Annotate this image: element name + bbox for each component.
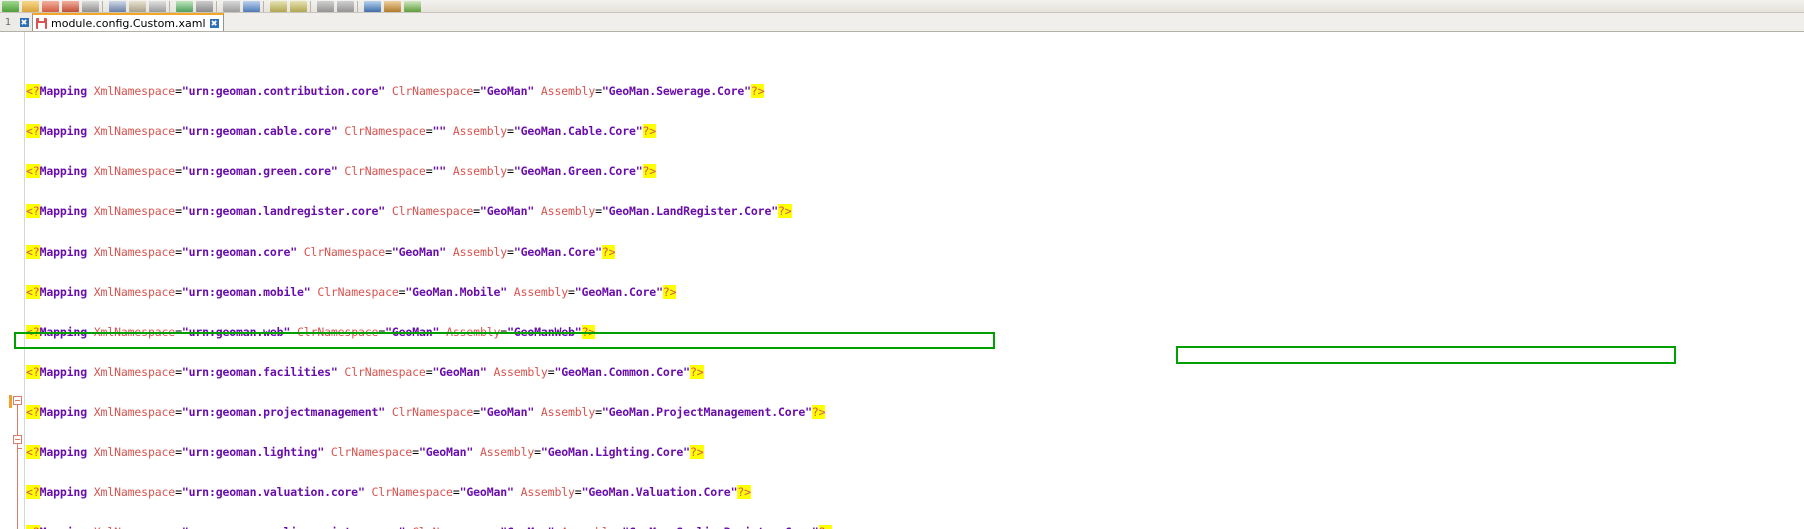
toolbar[interactable] xyxy=(0,0,1804,13)
copy-icon[interactable] xyxy=(129,1,146,12)
code-line[interactable]: <?Mapping XmlNamespace="urn:geoman.landr… xyxy=(26,205,1514,218)
editor-gutter[interactable] xyxy=(0,32,25,529)
print-icon[interactable] xyxy=(82,1,99,12)
indent-guide-icon[interactable] xyxy=(364,1,381,12)
replace-icon[interactable] xyxy=(243,1,260,12)
document-index: 1 xyxy=(0,13,16,31)
fold-toggle-module[interactable] xyxy=(13,396,22,405)
macro-record-icon[interactable] xyxy=(384,1,401,12)
code-line[interactable]: <?Mapping XmlNamespace="urn:geoman.valua… xyxy=(26,486,1514,499)
toolbar-divider-5 xyxy=(310,1,314,12)
unsaved-save-icon xyxy=(36,18,47,29)
toolbar-divider-3 xyxy=(216,1,220,12)
code-line[interactable]: <?Mapping XmlNamespace="urn:geoman.mobil… xyxy=(26,286,1514,299)
code-line[interactable]: <?Mapping XmlNamespace="urn:geoman.green… xyxy=(26,165,1514,178)
code-editor[interactable]: <?Mapping XmlNamespace="urn:geoman.contr… xyxy=(0,32,1804,529)
code-line[interactable]: <?Mapping XmlNamespace="urn:geoman.contr… xyxy=(26,85,1514,98)
undo-icon[interactable] xyxy=(176,1,193,12)
code-line[interactable]: <?Mapping XmlNamespace="urn:geoman.cable… xyxy=(26,125,1514,138)
toolbar-divider-4 xyxy=(263,1,267,12)
tab-module-config-custom-xaml[interactable]: module.config.Custom.xaml ✖ xyxy=(32,13,224,31)
code-content[interactable]: <?Mapping XmlNamespace="urn:geoman.contr… xyxy=(26,32,1514,529)
code-line[interactable]: <?Mapping XmlNamespace="urn:geoman.core"… xyxy=(26,246,1514,259)
code-line[interactable]: <?Mapping XmlNamespace="urn:geoman.facil… xyxy=(26,366,1514,379)
open-file-icon[interactable] xyxy=(22,1,39,12)
macro-play-icon[interactable] xyxy=(404,1,421,12)
cut-icon[interactable] xyxy=(109,1,126,12)
find-icon[interactable] xyxy=(223,1,240,12)
tab-bar[interactable]: 1 ✖ module.config.Custom.xaml ✖ xyxy=(0,13,1804,32)
zoom-out-icon[interactable] xyxy=(290,1,307,12)
show-symbols-icon[interactable] xyxy=(337,1,354,12)
change-marker xyxy=(9,395,12,408)
zoom-in-icon[interactable] xyxy=(270,1,287,12)
word-wrap-icon[interactable] xyxy=(317,1,334,12)
fold-region-module xyxy=(17,405,18,529)
save-all-icon[interactable] xyxy=(62,1,79,12)
redo-icon[interactable] xyxy=(196,1,213,12)
fold-tick-settings xyxy=(17,448,22,449)
fold-toggle-settings[interactable] xyxy=(13,435,22,444)
tab-close-icon[interactable]: ✖ xyxy=(210,19,219,28)
code-line[interactable]: <?Mapping XmlNamespace="urn:geoman.proje… xyxy=(26,406,1514,419)
toolbar-divider-2 xyxy=(169,1,173,12)
paste-icon[interactable] xyxy=(149,1,166,12)
close-all-button[interactable]: ✖ xyxy=(16,13,32,31)
toolbar-icon-group xyxy=(0,0,1804,12)
save-icon[interactable] xyxy=(42,1,59,12)
toolbar-divider-6 xyxy=(357,1,361,12)
new-file-icon[interactable] xyxy=(2,1,19,12)
code-line[interactable]: <?Mapping XmlNamespace="urn:geoman.light… xyxy=(26,446,1514,459)
tab-title: module.config.Custom.xaml xyxy=(51,17,206,30)
toolbar-divider-1 xyxy=(102,1,106,12)
code-line[interactable]: <?Mapping XmlNamespace="urn:geoman.web" … xyxy=(26,326,1514,339)
close-icon[interactable]: ✖ xyxy=(20,18,29,27)
